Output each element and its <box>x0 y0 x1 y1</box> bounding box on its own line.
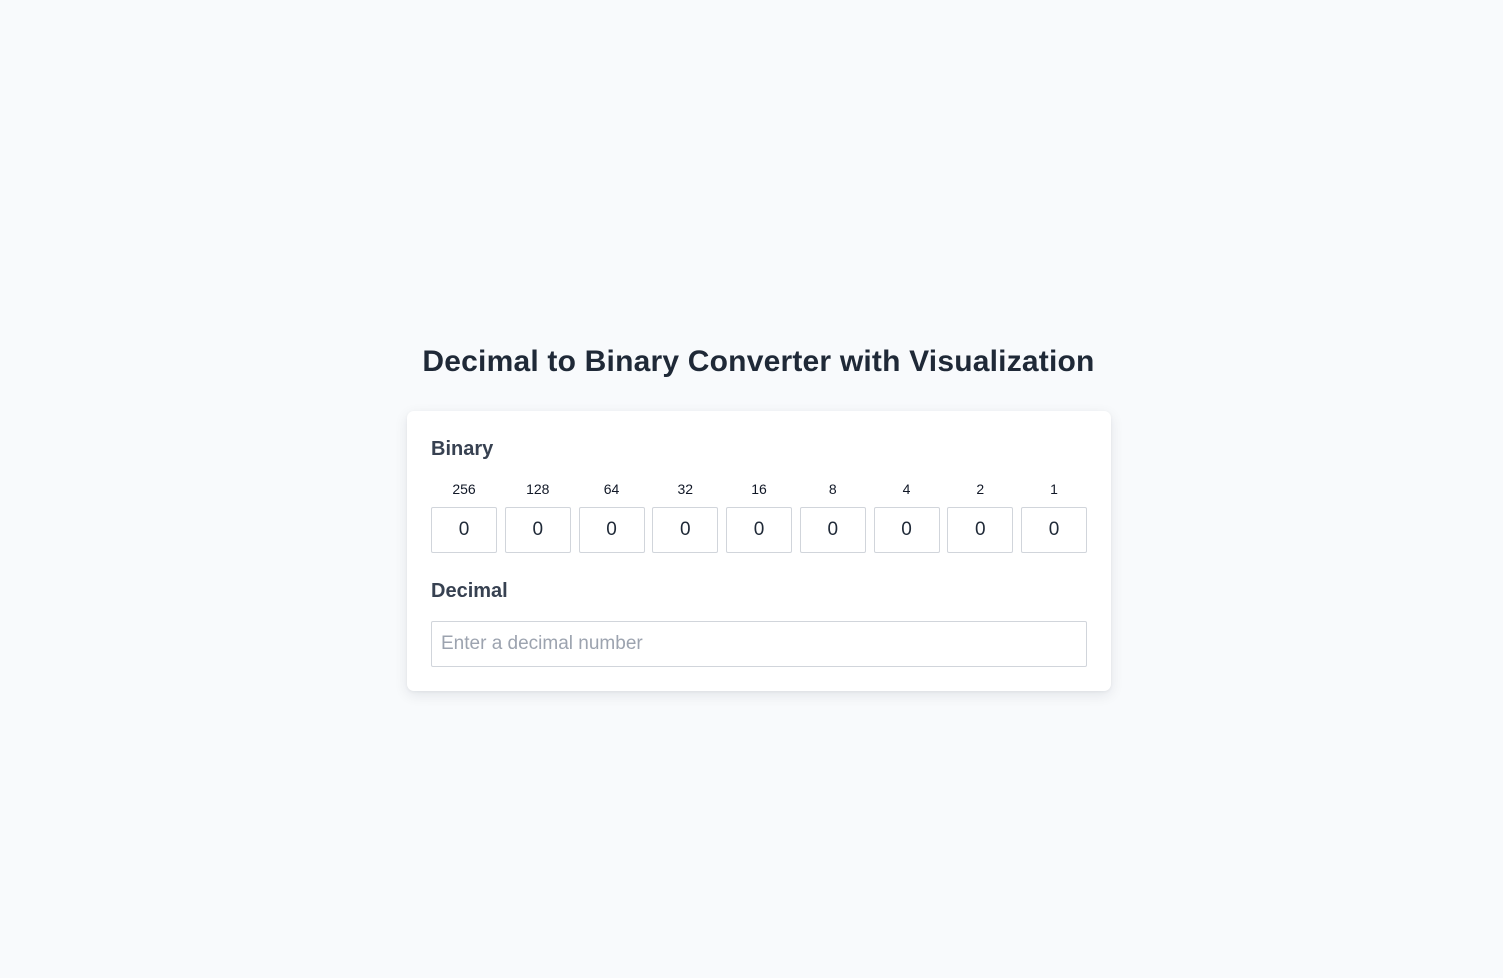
page: Decimal to Binary Converter with Visuali… <box>0 0 1503 978</box>
bit-toggle-64[interactable]: 0 <box>578 507 645 553</box>
bit-column-2: 2 0 <box>947 481 1014 553</box>
converter-card: Binary 256 0 128 0 64 0 32 0 16 0 8 0 4 … <box>407 411 1111 691</box>
decimal-label: Decimal <box>431 580 508 602</box>
decimal-input[interactable] <box>431 621 1087 667</box>
bit-toggle-4[interactable]: 0 <box>873 507 940 553</box>
bit-weight-label: 1 <box>1050 481 1058 497</box>
bit-weight-label: 4 <box>902 481 911 497</box>
bit-column-256: 256 0 <box>431 481 497 553</box>
bit-weight-label: 256 <box>452 481 476 497</box>
bit-column-4: 4 0 <box>873 481 940 553</box>
bit-column-16: 16 0 <box>726 481 792 553</box>
bit-toggle-8[interactable]: 0 <box>799 507 866 553</box>
bit-toggle-128[interactable]: 0 <box>504 507 571 553</box>
binary-bits: 256 0 128 0 64 0 32 0 16 0 8 0 4 0 2 0 1… <box>431 481 1087 553</box>
bit-toggle-16[interactable]: 0 <box>726 507 792 553</box>
bit-toggle-1[interactable]: 0 <box>1021 507 1087 553</box>
bit-column-64: 64 0 <box>578 481 645 553</box>
bit-weight-label: 16 <box>751 481 767 497</box>
bit-column-8: 8 0 <box>799 481 866 553</box>
bit-weight-label: 8 <box>828 481 837 497</box>
binary-label: Binary <box>431 438 494 460</box>
bit-weight-label: 128 <box>526 481 550 497</box>
bit-column-128: 128 0 <box>504 481 571 553</box>
bit-weight-label: 32 <box>677 481 694 497</box>
bit-column-32: 32 0 <box>652 481 719 553</box>
bit-weight-label: 2 <box>976 481 985 497</box>
bit-toggle-32[interactable]: 0 <box>652 507 719 553</box>
bit-column-1: 1 0 <box>1021 481 1087 553</box>
page-title: Decimal to Binary Converter with Visuali… <box>422 345 1095 378</box>
bit-toggle-2[interactable]: 0 <box>947 507 1014 553</box>
bit-toggle-256[interactable]: 0 <box>431 507 497 553</box>
bit-weight-label: 64 <box>603 481 620 497</box>
